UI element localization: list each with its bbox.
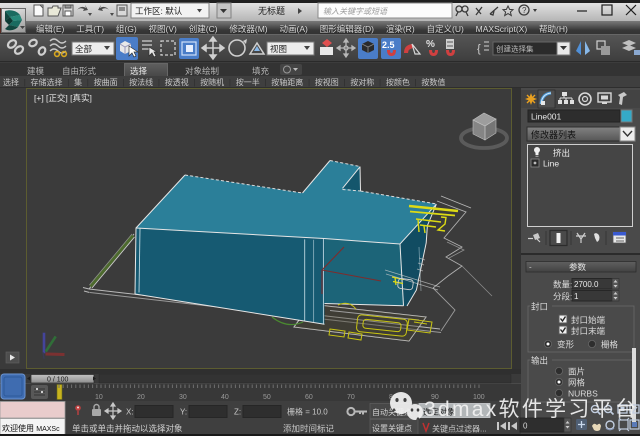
svg-text:挤出: 挤出 (553, 148, 570, 158)
svg-text:{: { (477, 43, 481, 55)
svg-text:Line001: Line001 (531, 112, 562, 122)
svg-text:Y:: Y: (180, 408, 187, 417)
svg-text:栅格 = 10.0: 栅格 = 10.0 (287, 407, 328, 417)
svg-text:-: - (529, 263, 532, 272)
svg-text:Line: Line (543, 159, 559, 169)
svg-text:20: 20 (137, 394, 145, 401)
svg-text:视图: 视图 (270, 44, 287, 54)
svg-text:10: 10 (95, 394, 103, 401)
svg-text:封口: 封口 (531, 302, 548, 312)
svg-text:0 / 100: 0 / 100 (47, 377, 69, 384)
svg-text:封口始端: 封口始端 (571, 315, 606, 325)
svg-text:无标题: 无标题 (258, 5, 285, 16)
svg-text:50: 50 (263, 394, 271, 401)
svg-text:60: 60 (305, 394, 313, 401)
svg-text:变形: 变形 (557, 340, 575, 350)
svg-text:修改器列表: 修改器列表 (531, 129, 576, 140)
svg-text:70: 70 (347, 394, 355, 401)
svg-text:%: % (426, 39, 435, 50)
svg-text:2.5: 2.5 (382, 40, 395, 50)
svg-text:创建选择集: 创建选择集 (496, 44, 534, 54)
svg-text:1: 1 (574, 292, 579, 301)
svg-text:Z:: Z: (234, 408, 241, 417)
svg-text:添加时间标记: 添加时间标记 (283, 424, 335, 434)
svg-text:?: ? (522, 6, 527, 15)
svg-text:30: 30 (179, 394, 187, 401)
svg-text:全部: 全部 (75, 44, 93, 54)
svg-text:栅格: 栅格 (601, 340, 619, 350)
svg-text:参数: 参数 (569, 262, 587, 272)
svg-text:40: 40 (221, 394, 229, 401)
svg-text:2700.0: 2700.0 (574, 280, 599, 289)
svg-text:工作区: 默认: 工作区: 默认 (135, 6, 183, 16)
svg-text:3dmax软件学习平台: 3dmax软件学习平台 (424, 398, 638, 421)
svg-text:单击或单击并拖动以选择对象: 单击或单击并拖动以选择对象 (72, 424, 183, 434)
svg-text:[+] [正交] [真实]: [+] [正交] [真实] (34, 93, 92, 103)
svg-text:输入关键字或短语: 输入关键字或短语 (323, 7, 388, 16)
svg-text:输出: 输出 (531, 356, 548, 366)
svg-text:数量:: 数量: (553, 280, 572, 290)
svg-text:封口末端: 封口末端 (571, 326, 606, 336)
svg-text:X:: X: (126, 408, 134, 417)
svg-text:分段:: 分段: (553, 292, 572, 302)
